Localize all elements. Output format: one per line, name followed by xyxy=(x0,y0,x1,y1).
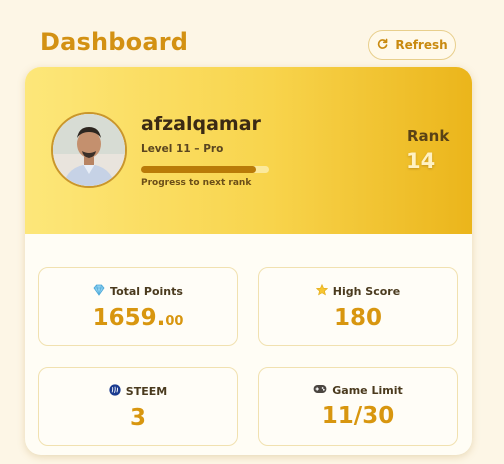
avatar[interactable] xyxy=(51,112,127,188)
high-score-value: 180 xyxy=(333,305,382,331)
dashboard-card: afzalqamar Level 11 – Pro Progress to ne… xyxy=(25,67,472,455)
rank-progress-fill xyxy=(141,166,257,173)
page-title: Dashboard xyxy=(40,28,189,56)
rank-value: 14 xyxy=(406,149,436,173)
game-limit-label: Game Limit xyxy=(332,384,403,397)
level-text: Level 11 – Pro xyxy=(141,143,224,155)
gamepad-icon xyxy=(313,384,327,397)
total-points-decimal: 00 xyxy=(165,314,184,329)
refresh-label: Refresh xyxy=(395,38,448,52)
steem-icon xyxy=(109,384,121,399)
total-points-card: Total Points 1659.00 xyxy=(38,267,238,346)
game-limit-card: Game Limit 11/30 xyxy=(258,367,458,446)
rank-label: Rank xyxy=(407,127,450,145)
profile-banner: afzalqamar Level 11 – Pro Progress to ne… xyxy=(25,67,472,234)
progress-label: Progress to next rank xyxy=(141,178,252,188)
refresh-icon xyxy=(376,37,389,53)
total-points-value: 1659.00 xyxy=(39,305,237,331)
rank-progress-bar xyxy=(141,166,269,173)
steem-value: 3 xyxy=(129,405,146,431)
game-limit-value: 11/30 xyxy=(321,403,395,429)
username: afzalqamar xyxy=(141,113,261,135)
star-icon xyxy=(315,283,328,299)
total-points-integer: 1659. xyxy=(92,305,166,331)
steem-card: STEEM 3 xyxy=(38,367,238,446)
diamond-icon xyxy=(93,284,105,299)
total-points-label: Total Points xyxy=(110,285,183,298)
high-score-label: High Score xyxy=(332,285,401,298)
steem-label: STEEM xyxy=(125,385,168,398)
high-score-card: High Score 180 xyxy=(258,267,458,346)
refresh-button[interactable]: Refresh xyxy=(368,30,456,60)
